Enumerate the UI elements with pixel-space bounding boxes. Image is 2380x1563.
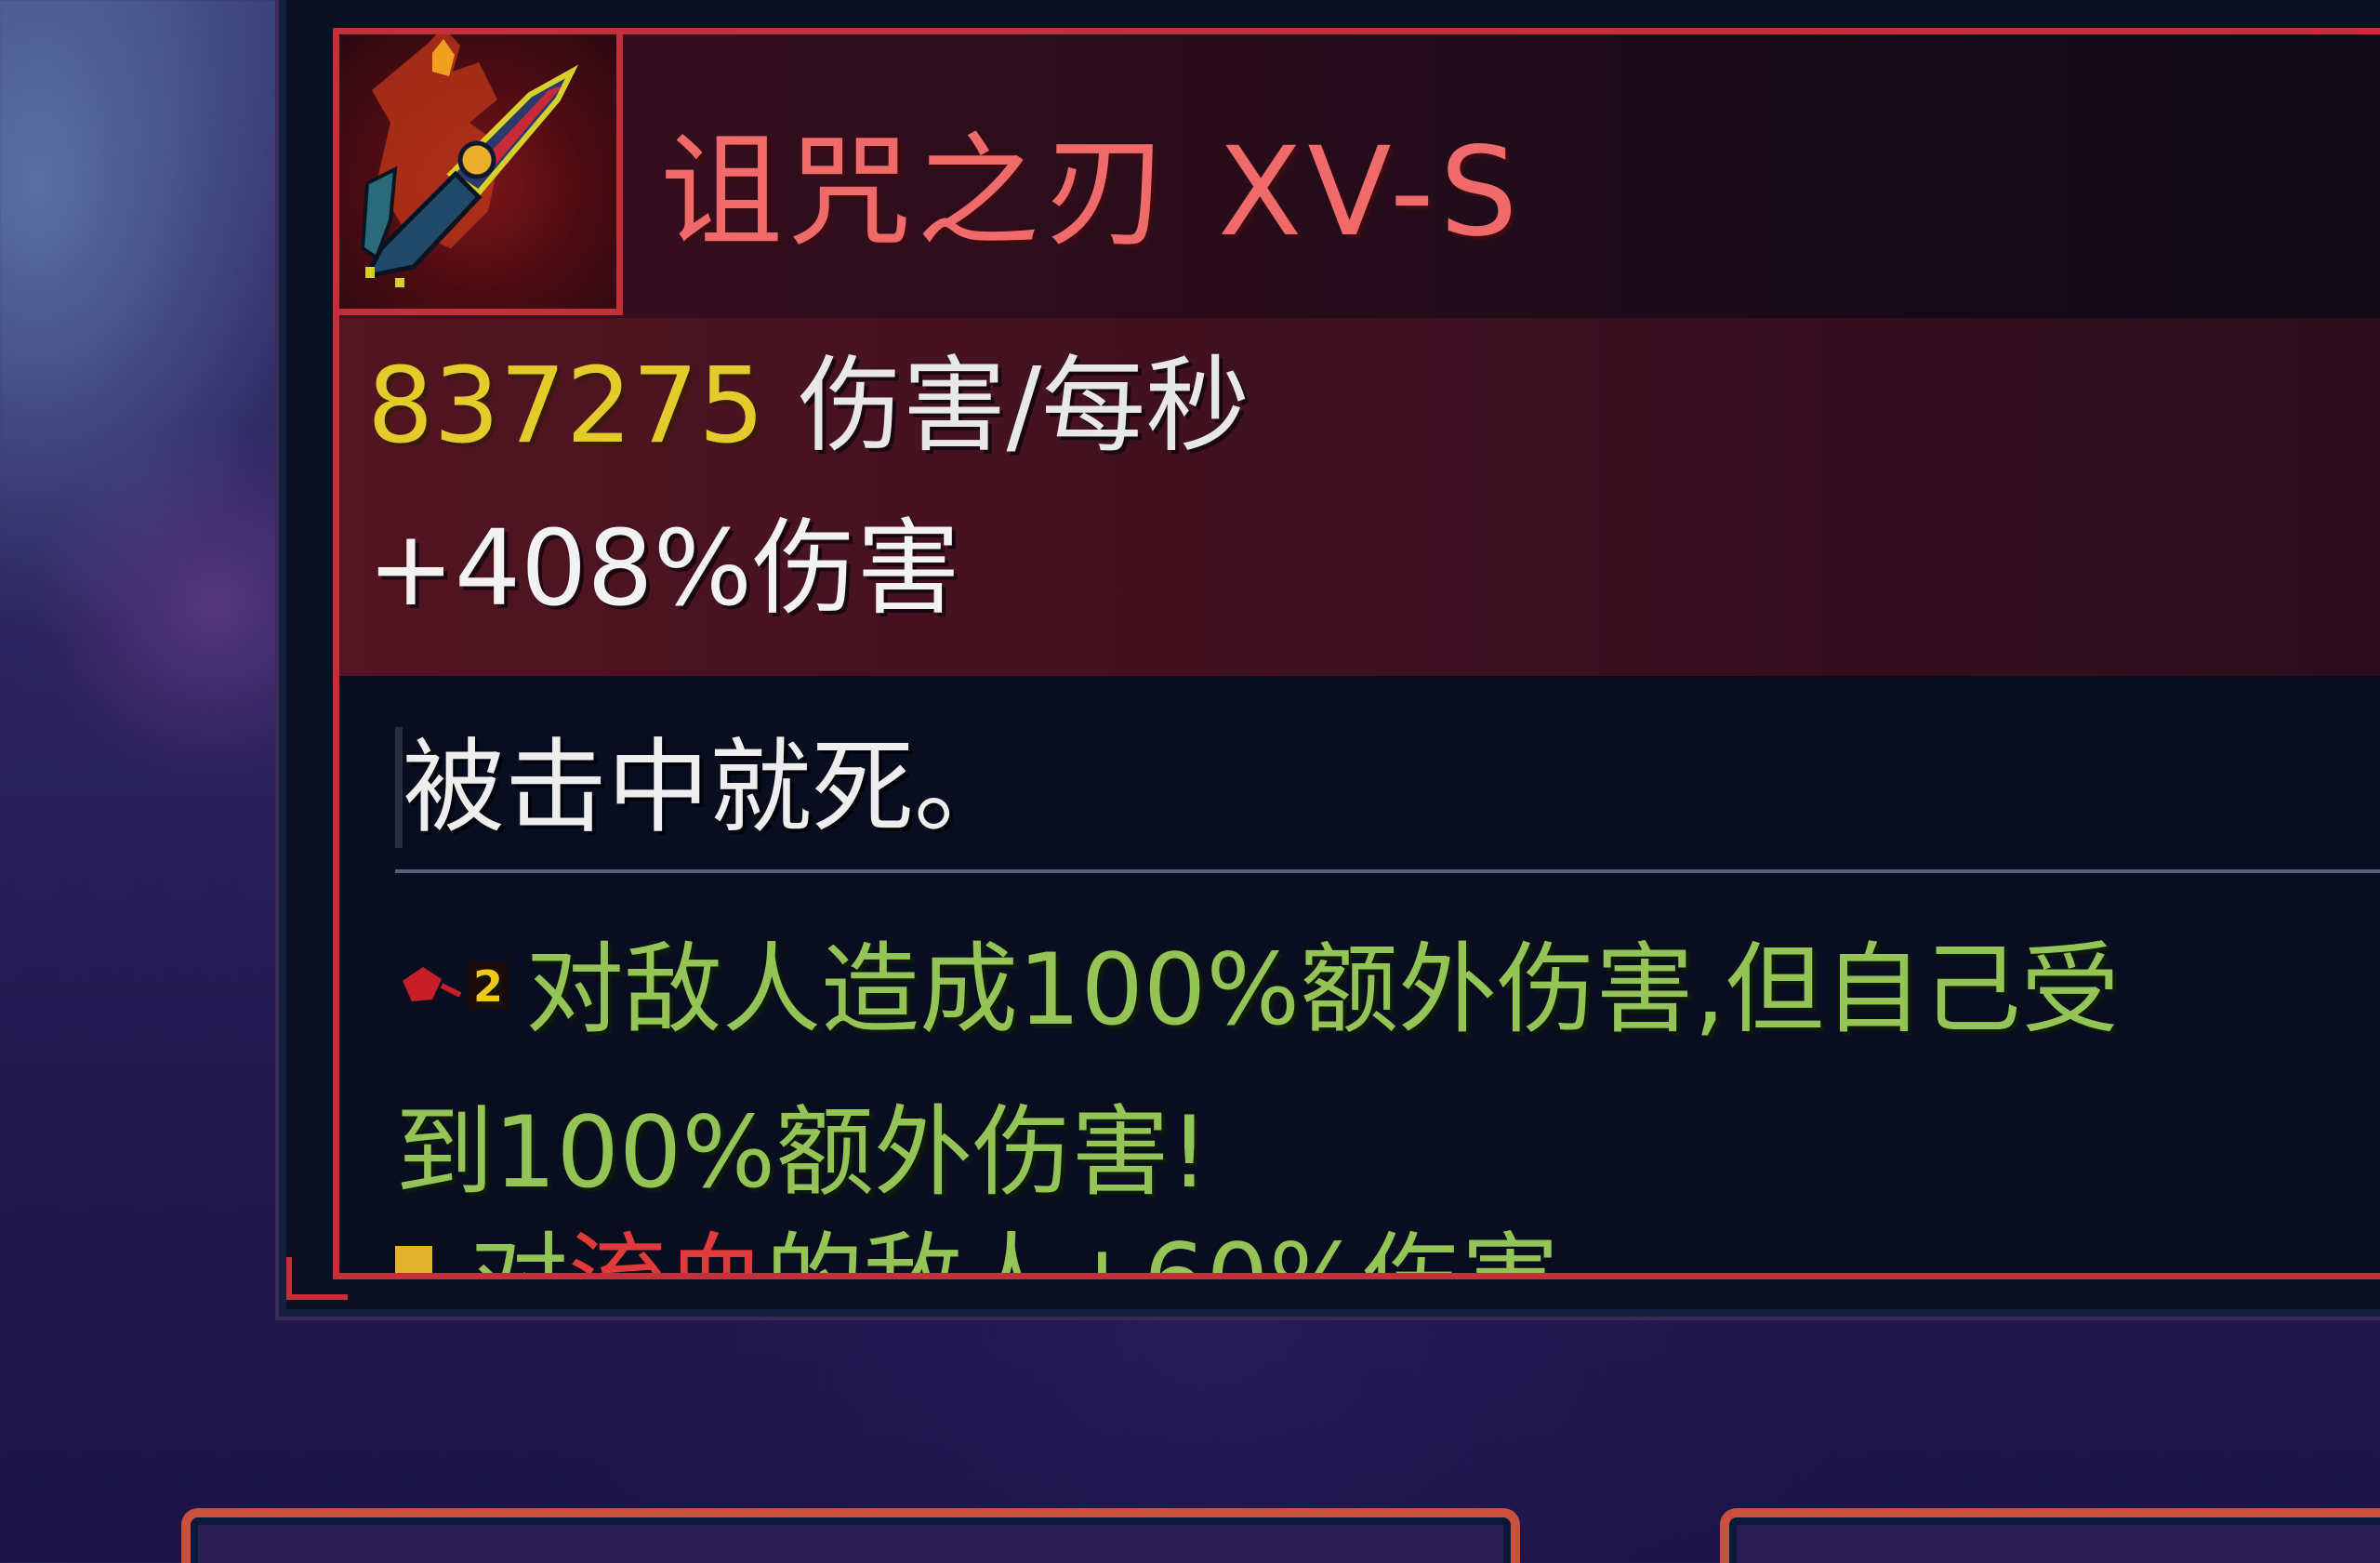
curse-effect: 2 对敌人造成100%额外伤害,但自己受 到100%额外伤害! xyxy=(395,908,2380,1234)
damage-bonus: +408%伤害 xyxy=(367,509,961,629)
dps-label: 伤害/每秒 xyxy=(798,346,1250,467)
bleed-text-a: 对 xyxy=(469,1223,568,1273)
item-icon-frame xyxy=(339,34,623,315)
bleed-bonus-row: 对流血的敌人+60%伤害 xyxy=(395,1220,1559,1273)
curse-effect-text-1: 对敌人造成100%额外伤害,但自己受 xyxy=(525,933,2120,1047)
bleed-text-c: 的敌人+60%伤害 xyxy=(765,1223,1559,1273)
inventory-slot[interactable] xyxy=(181,1508,1520,1563)
dps-row: 837275 伤害/每秒 xyxy=(367,346,1250,467)
item-description: 被击中就死。 2 对敌人造成100%额外伤害,但自己受 到100%额外伤害! 对… xyxy=(339,676,2380,1273)
flavor-text: 被击中就死。 xyxy=(395,727,1016,848)
curse-2-icon: 2 xyxy=(403,961,509,1012)
item-stats: 837275 伤害/每秒 +408%伤害 xyxy=(339,318,2380,676)
curse-effect-line-2: 到100%额外伤害! xyxy=(395,1095,1210,1210)
item-tooltip: 诅咒之刃 XV-S 837275 伤害/每秒 +408%伤害 被击中就死。 2 对… xyxy=(279,0,2380,1317)
svg-text:2: 2 xyxy=(473,961,503,1012)
dps-value: 837275 xyxy=(367,346,765,467)
cursed-blade-icon xyxy=(360,34,579,287)
bleed-affix-icon xyxy=(395,1246,432,1273)
inventory-slot[interactable] xyxy=(1720,1508,2380,1563)
bleed-keyword: 流血 xyxy=(568,1223,765,1273)
curse-effect-line-1: 2 对敌人造成100%额外伤害,但自己受 xyxy=(395,933,2120,1047)
frame-corner xyxy=(286,1257,348,1300)
divider xyxy=(395,869,2380,873)
tooltip-header: 诅咒之刃 XV-S xyxy=(339,34,2380,318)
tooltip-frame: 诅咒之刃 XV-S 837275 伤害/每秒 +408%伤害 被击中就死。 2 对… xyxy=(333,28,2380,1279)
item-name: 诅咒之刃 XV-S xyxy=(660,121,1524,264)
